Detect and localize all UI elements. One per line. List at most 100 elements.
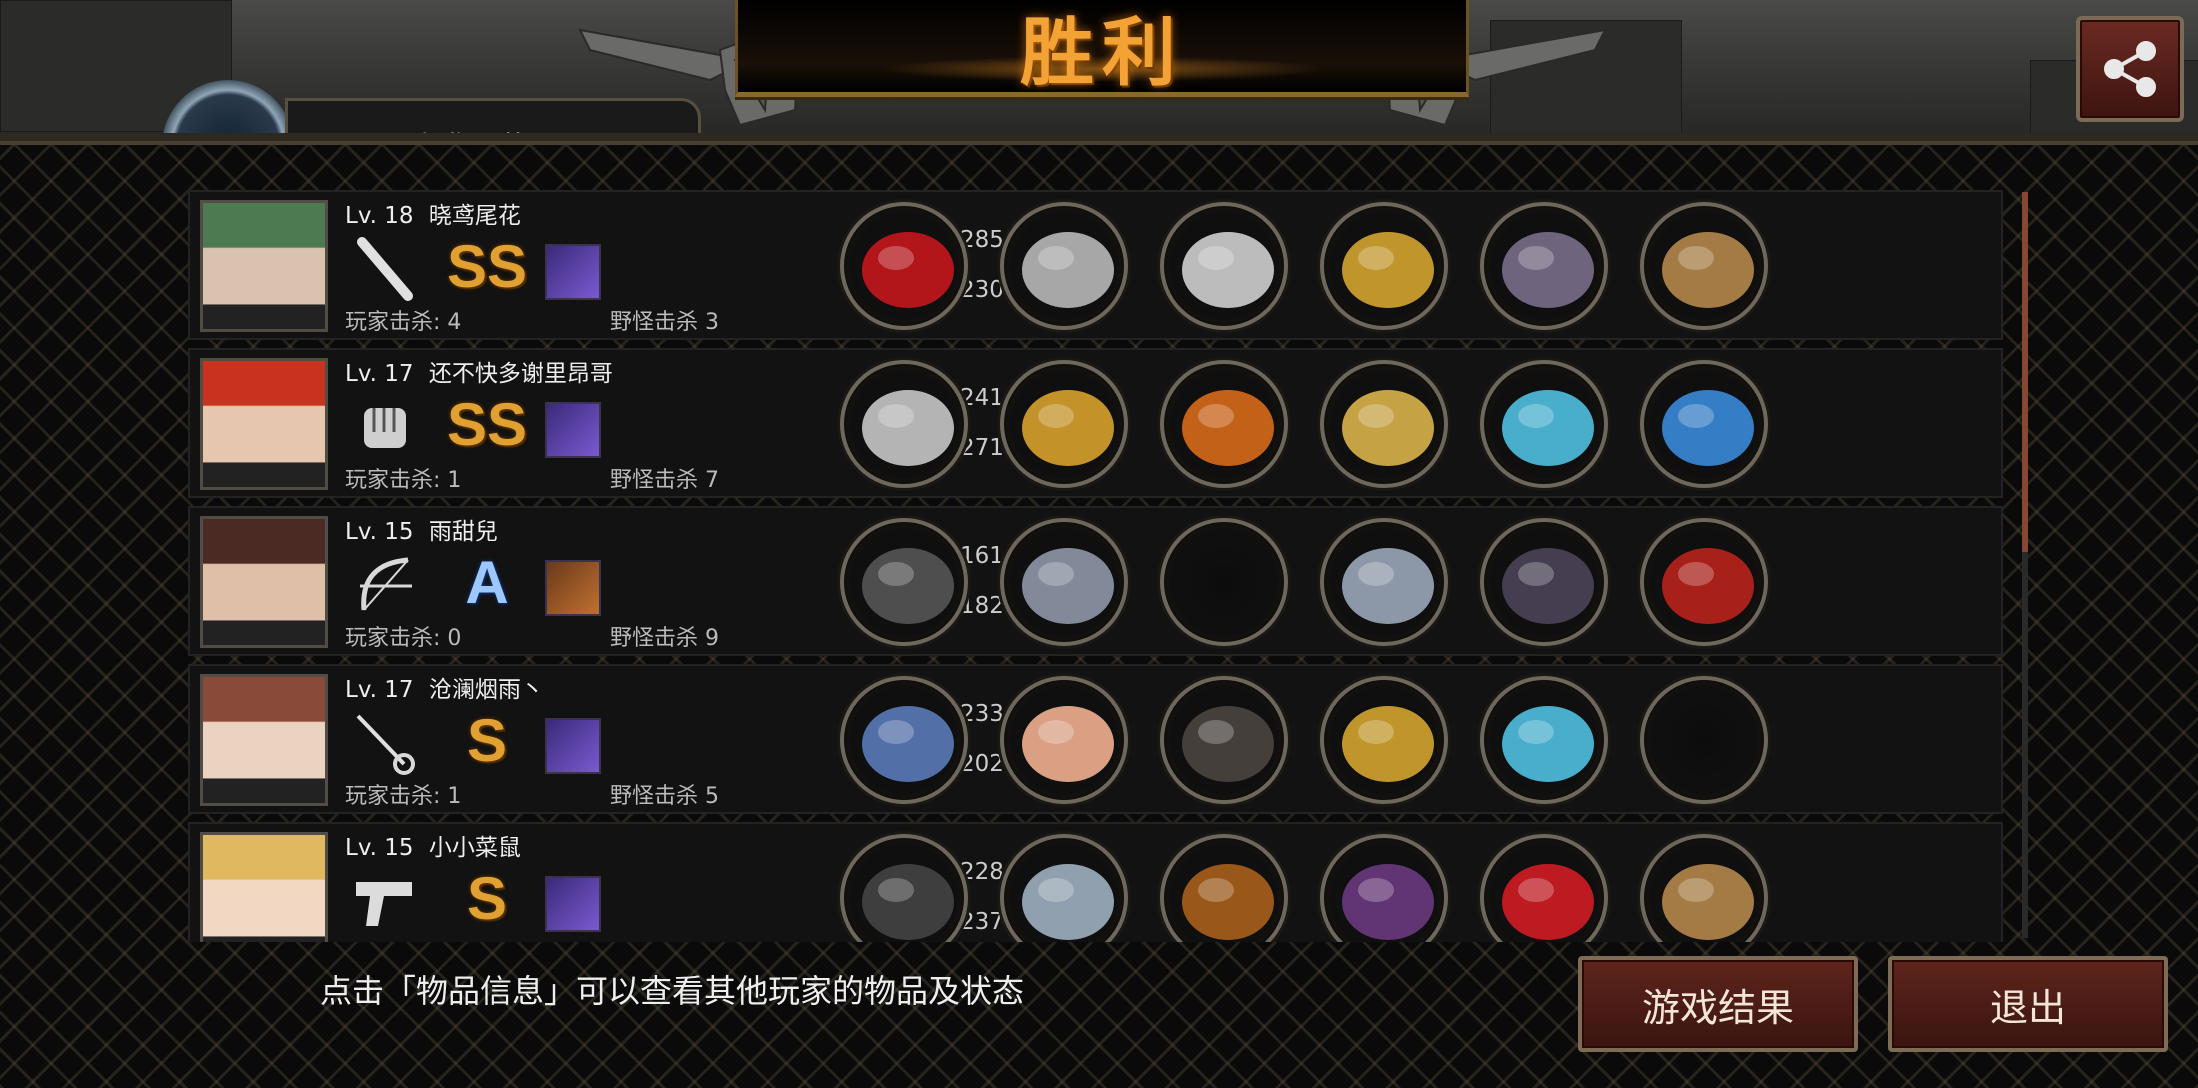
supply-box-icon [1662, 232, 1754, 308]
empty-item-slot[interactable] [1640, 676, 1768, 804]
level-prefix: Lv. [345, 519, 377, 545]
monster-kills: 野怪击杀 9 [610, 626, 719, 651]
bat-icon [357, 237, 413, 301]
player-kills: 玩家击杀: 4 [345, 310, 462, 335]
fist-icon [364, 408, 406, 448]
item-slot[interactable] [1480, 518, 1608, 646]
item-slot[interactable] [840, 676, 968, 804]
level-prefix: Lv. [345, 835, 377, 861]
player-level: 15 [384, 835, 414, 861]
player-avatar[interactable] [200, 674, 328, 806]
player-level: 17 [384, 677, 414, 703]
player-kills: 玩家击杀: 1 [345, 468, 462, 493]
item-slot[interactable] [840, 518, 968, 646]
rapier-icon [356, 714, 415, 775]
player-name: 还不快多谢里昂哥 [428, 361, 613, 387]
item-slot[interactable] [840, 360, 968, 488]
plate-armor-icon [1182, 232, 1274, 308]
player-row[interactable]: Lv. 17 沧澜烟雨丶 S 玩家击杀: 1 野怪击杀 5 233 202 [188, 664, 2003, 814]
item-slot[interactable] [1000, 518, 1128, 646]
item-slot[interactable] [1320, 518, 1448, 646]
minigun-icon [862, 864, 954, 940]
player-kills: 玩家击杀: 0 [345, 626, 462, 651]
item-slot[interactable] [1160, 676, 1288, 804]
player-row[interactable]: Lv. 15 雨甜兒 A 玩家击杀: 0 野怪击杀 9 161 182 [188, 506, 2003, 656]
player-row[interactable]: Lv. 18 晓鸢尾花 SS 玩家击杀: 4 野怪击杀 3 285 230 [188, 190, 2003, 340]
purple-skill-icon [545, 876, 601, 932]
boots-icon [1502, 232, 1594, 308]
scroll-thumb[interactable] [2022, 192, 2028, 552]
silver-helmet-icon [1022, 864, 1114, 940]
quiver-icon [1662, 548, 1754, 624]
watch-icon [1342, 548, 1434, 624]
item-slot[interactable] [1160, 834, 1288, 942]
item-slot[interactable] [1000, 834, 1128, 942]
item-slot[interactable] [1160, 202, 1288, 330]
level-name-line: Lv. 17 还不快多谢里昂哥 [345, 354, 613, 388]
spear-icon [862, 706, 954, 782]
share-icon [2104, 41, 2156, 97]
monster-kills: 野怪击杀 7 [610, 468, 719, 493]
winged-tiara-icon [1022, 706, 1114, 782]
item-slot[interactable] [1480, 202, 1608, 330]
bow-icon [360, 557, 412, 611]
player-level: 18 [384, 203, 414, 229]
item-slot[interactable] [1320, 360, 1448, 488]
item-slot[interactable] [1320, 676, 1448, 804]
empty-item-slot[interactable] [1160, 518, 1288, 646]
item-slot[interactable] [1320, 834, 1448, 942]
grade-badge: S [466, 865, 508, 932]
player-avatar[interactable] [200, 358, 328, 490]
grade-badge: SS [446, 233, 528, 300]
knight-helmet-icon [1022, 232, 1114, 308]
purple-gauntlet-icon [1342, 864, 1434, 940]
player-avatar[interactable] [200, 516, 328, 648]
level-prefix: Lv. [345, 677, 377, 703]
level-prefix: Lv. [345, 361, 377, 387]
supply-box-icon [1662, 864, 1754, 940]
purple-skill-icon [545, 718, 601, 774]
item-slot[interactable] [1320, 202, 1448, 330]
player-name: 小小菜鼠 [428, 835, 521, 861]
victory-banner: 胜利 [735, 0, 1469, 97]
item-slot[interactable] [1640, 834, 1768, 942]
shield-amulet-icon [1342, 390, 1434, 466]
item-slot[interactable] [1000, 676, 1128, 804]
level-name-line: Lv. 17 沧澜烟雨丶 [345, 670, 544, 704]
player-avatar[interactable] [200, 200, 328, 332]
pistol-icon [356, 882, 412, 926]
level-name-line: Lv. 15 小小菜鼠 [345, 828, 521, 862]
item-slot[interactable] [1480, 834, 1608, 942]
game-result-button[interactable]: 游戏结果 [1578, 956, 1858, 1052]
item-slot[interactable] [1480, 676, 1608, 804]
item-slot[interactable] [1640, 360, 1768, 488]
visor-helmet-icon [1022, 548, 1114, 624]
item-slot[interactable] [1000, 360, 1128, 488]
item-slot[interactable] [1160, 360, 1288, 488]
player-avatar[interactable] [200, 832, 328, 942]
player-row[interactable]: Lv. 15 小小菜鼠 S 228 237 [188, 822, 2003, 942]
player-list[interactable]: Lv. 18 晓鸢尾花 SS 玩家击杀: 4 野怪击杀 3 285 230 Lv… [188, 190, 2003, 942]
share-button[interactable] [2076, 16, 2184, 122]
player-row[interactable]: Lv. 17 还不快多谢里昂哥 SS 玩家击杀: 1 野怪击杀 7 241 27… [188, 348, 2003, 498]
hint-text: 点击「物品信息」可以查看其他玩家的物品及状态 [320, 972, 1025, 1010]
item-slot[interactable] [840, 834, 968, 942]
monster-kills: 野怪击杀 5 [610, 784, 719, 809]
red-heels-icon [1502, 864, 1594, 940]
gold-bracelet-icon [1342, 232, 1434, 308]
blue-gem-ring-icon [1662, 390, 1754, 466]
victory-title: 胜利 [1020, 9, 1184, 96]
item-slot[interactable] [1480, 360, 1608, 488]
item-slot[interactable] [840, 202, 968, 330]
purple-skill-icon [545, 402, 601, 458]
grade-badge: S [466, 707, 508, 774]
item-slot[interactable] [1000, 202, 1128, 330]
monster-kills: 野怪击杀 3 [610, 310, 719, 335]
sneaker-icon [1502, 390, 1594, 466]
player-kills: 玩家击杀: 1 [345, 784, 462, 809]
scrollbar[interactable] [2022, 192, 2028, 938]
item-slot[interactable] [1640, 202, 1768, 330]
item-slot[interactable] [1640, 518, 1768, 646]
purple-skill-icon [545, 244, 601, 300]
exit-button[interactable]: 退出 [1888, 956, 2168, 1052]
